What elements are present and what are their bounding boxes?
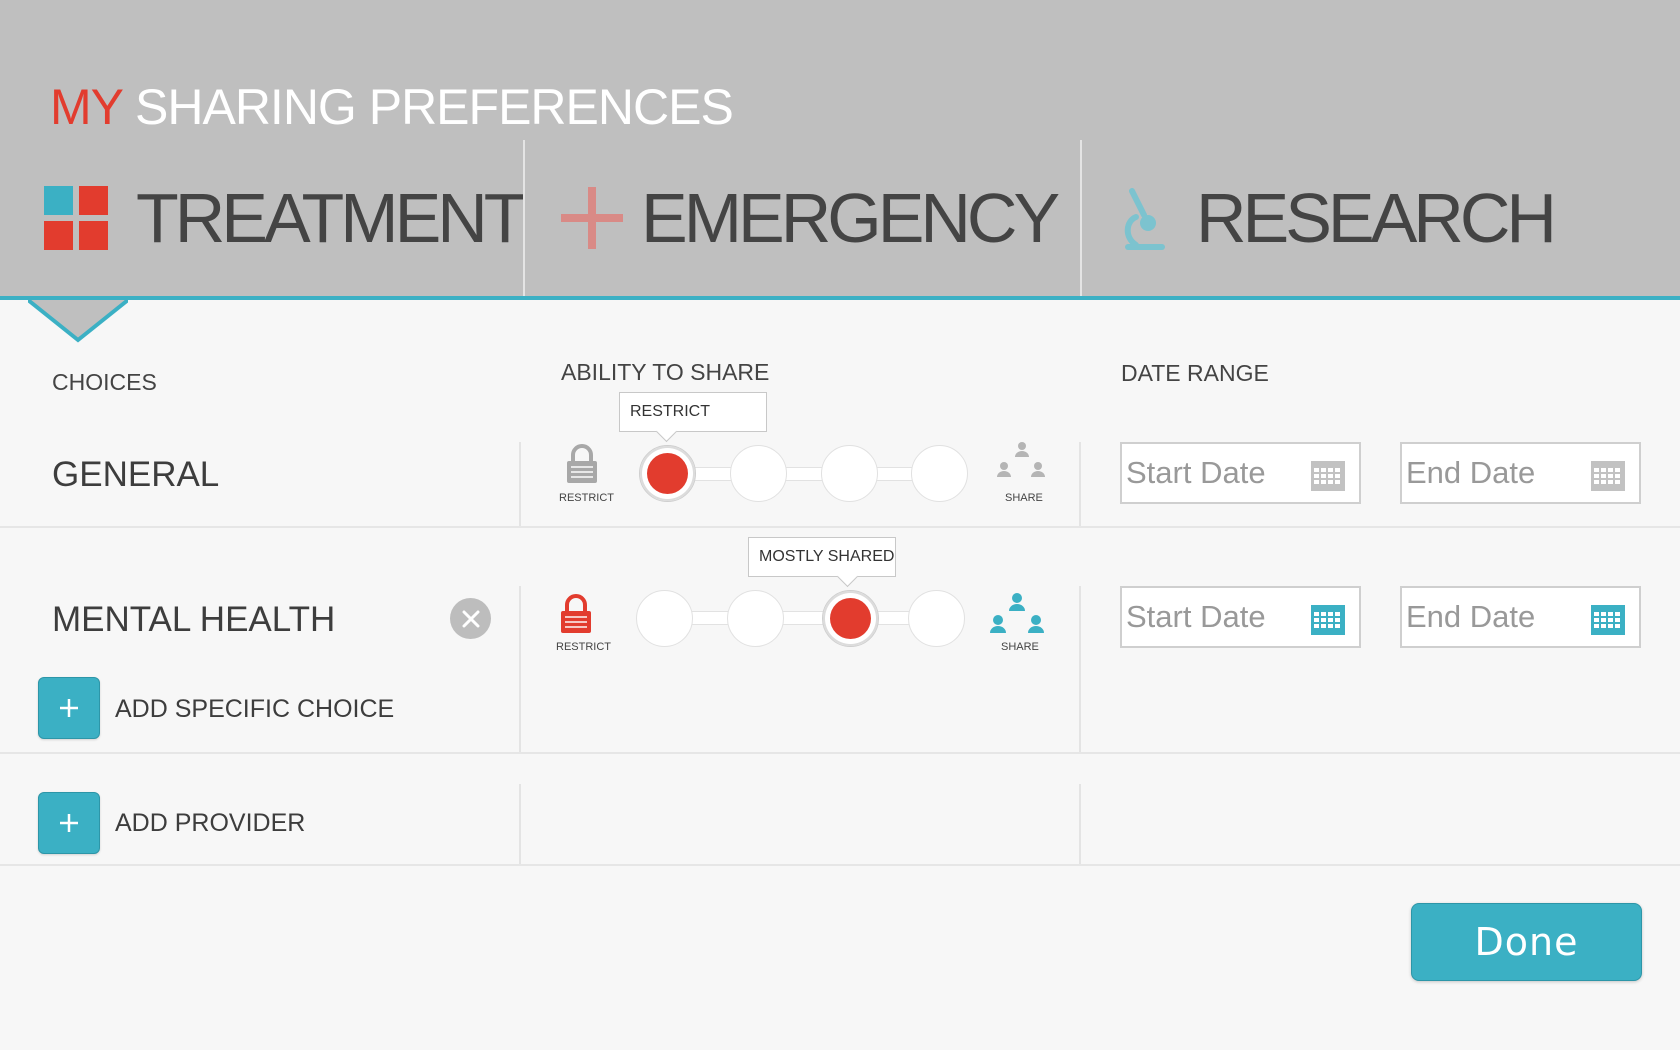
restrict-caption: RESTRICT	[556, 641, 611, 653]
lock-icon	[561, 594, 591, 633]
divider	[1079, 586, 1081, 752]
slider-stop-4[interactable]	[908, 590, 965, 647]
slider-stop-1[interactable]	[636, 590, 693, 647]
plus-icon	[60, 699, 78, 717]
active-tab-pointer	[28, 300, 128, 343]
calendar-icon[interactable]	[1311, 461, 1345, 491]
share-people-icon	[990, 593, 1044, 633]
choices-heading: CHOICES	[52, 369, 157, 395]
share-caption: SHARE	[1001, 641, 1039, 653]
end-date-input[interactable]	[1402, 588, 1582, 646]
date-range-heading: DATE RANGE	[1121, 360, 1269, 386]
start-date-field[interactable]	[1120, 442, 1361, 504]
tab-research[interactable]: RESEARCH	[1080, 140, 1680, 296]
calendar-icon[interactable]	[1311, 605, 1345, 635]
slider-track	[660, 467, 950, 481]
ability-heading: ABILITY TO SHARE	[561, 359, 770, 385]
tab-treatment[interactable]: TREATMENT	[0, 140, 527, 296]
divider	[519, 586, 521, 752]
add-specific-choice-label[interactable]: ADD SPECIFIC CHOICE	[115, 695, 394, 724]
tab-research-label: RESEARCH	[1196, 179, 1557, 257]
plus-cross-icon	[561, 187, 623, 249]
row-divider	[0, 526, 1680, 528]
end-date-field[interactable]	[1400, 586, 1641, 648]
calendar-icon[interactable]	[1591, 605, 1625, 635]
start-date-field[interactable]	[1120, 586, 1361, 648]
end-date-input[interactable]	[1402, 444, 1582, 502]
lock-icon	[567, 444, 597, 483]
header-band: MY SHARING PREFERENCES TREATMENT EMERGEN…	[0, 0, 1680, 300]
add-provider-button[interactable]	[38, 792, 100, 854]
share-level-tooltip: RESTRICT	[619, 392, 767, 432]
done-button[interactable]: Done	[1411, 903, 1642, 981]
share-caption: SHARE	[1005, 492, 1043, 504]
tab-emergency[interactable]: EMERGENCY	[523, 140, 1079, 296]
slider-stop-2[interactable]	[727, 590, 784, 647]
add-provider-label[interactable]: ADD PROVIDER	[115, 809, 305, 838]
calendar-icon[interactable]	[1591, 461, 1625, 491]
row-divider	[0, 864, 1680, 866]
slider-stop-3[interactable]	[822, 590, 879, 647]
slider-stop-3[interactable]	[821, 445, 878, 502]
add-specific-choice-button[interactable]	[38, 677, 100, 739]
share-level-tooltip: MOSTLY SHARED	[748, 537, 896, 577]
restrict-caption: RESTRICT	[559, 492, 614, 504]
plus-icon	[60, 814, 78, 832]
remove-choice-button[interactable]	[450, 598, 491, 639]
start-date-input[interactable]	[1122, 588, 1302, 646]
slider-stop-2[interactable]	[730, 445, 787, 502]
start-date-input[interactable]	[1122, 444, 1302, 502]
end-date-field[interactable]	[1400, 442, 1641, 504]
choice-label-general: GENERAL	[52, 455, 220, 494]
slider-stop-1[interactable]	[639, 445, 696, 502]
divider	[1079, 784, 1081, 864]
divider	[519, 784, 521, 864]
slider-stop-4[interactable]	[911, 445, 968, 502]
share-people-icon	[997, 442, 1045, 477]
row-divider	[0, 752, 1680, 754]
slider-track	[658, 611, 948, 625]
title-rest: SHARING PREFERENCES	[135, 79, 734, 135]
page-title: MY SHARING PREFERENCES	[50, 78, 734, 136]
divider	[519, 442, 521, 526]
tab-treatment-label: TREATMENT	[136, 179, 527, 257]
tab-emergency-label: EMERGENCY	[641, 179, 1060, 257]
close-icon	[462, 610, 479, 627]
choice-label-mental-health: MENTAL HEALTH	[52, 600, 336, 639]
title-my: MY	[50, 79, 123, 135]
sharing-preferences-dialog: MY SHARING PREFERENCES TREATMENT EMERGEN…	[0, 0, 1680, 1050]
divider	[1079, 442, 1081, 526]
grid-icon	[44, 186, 108, 250]
microscope-icon	[1124, 188, 1165, 250]
